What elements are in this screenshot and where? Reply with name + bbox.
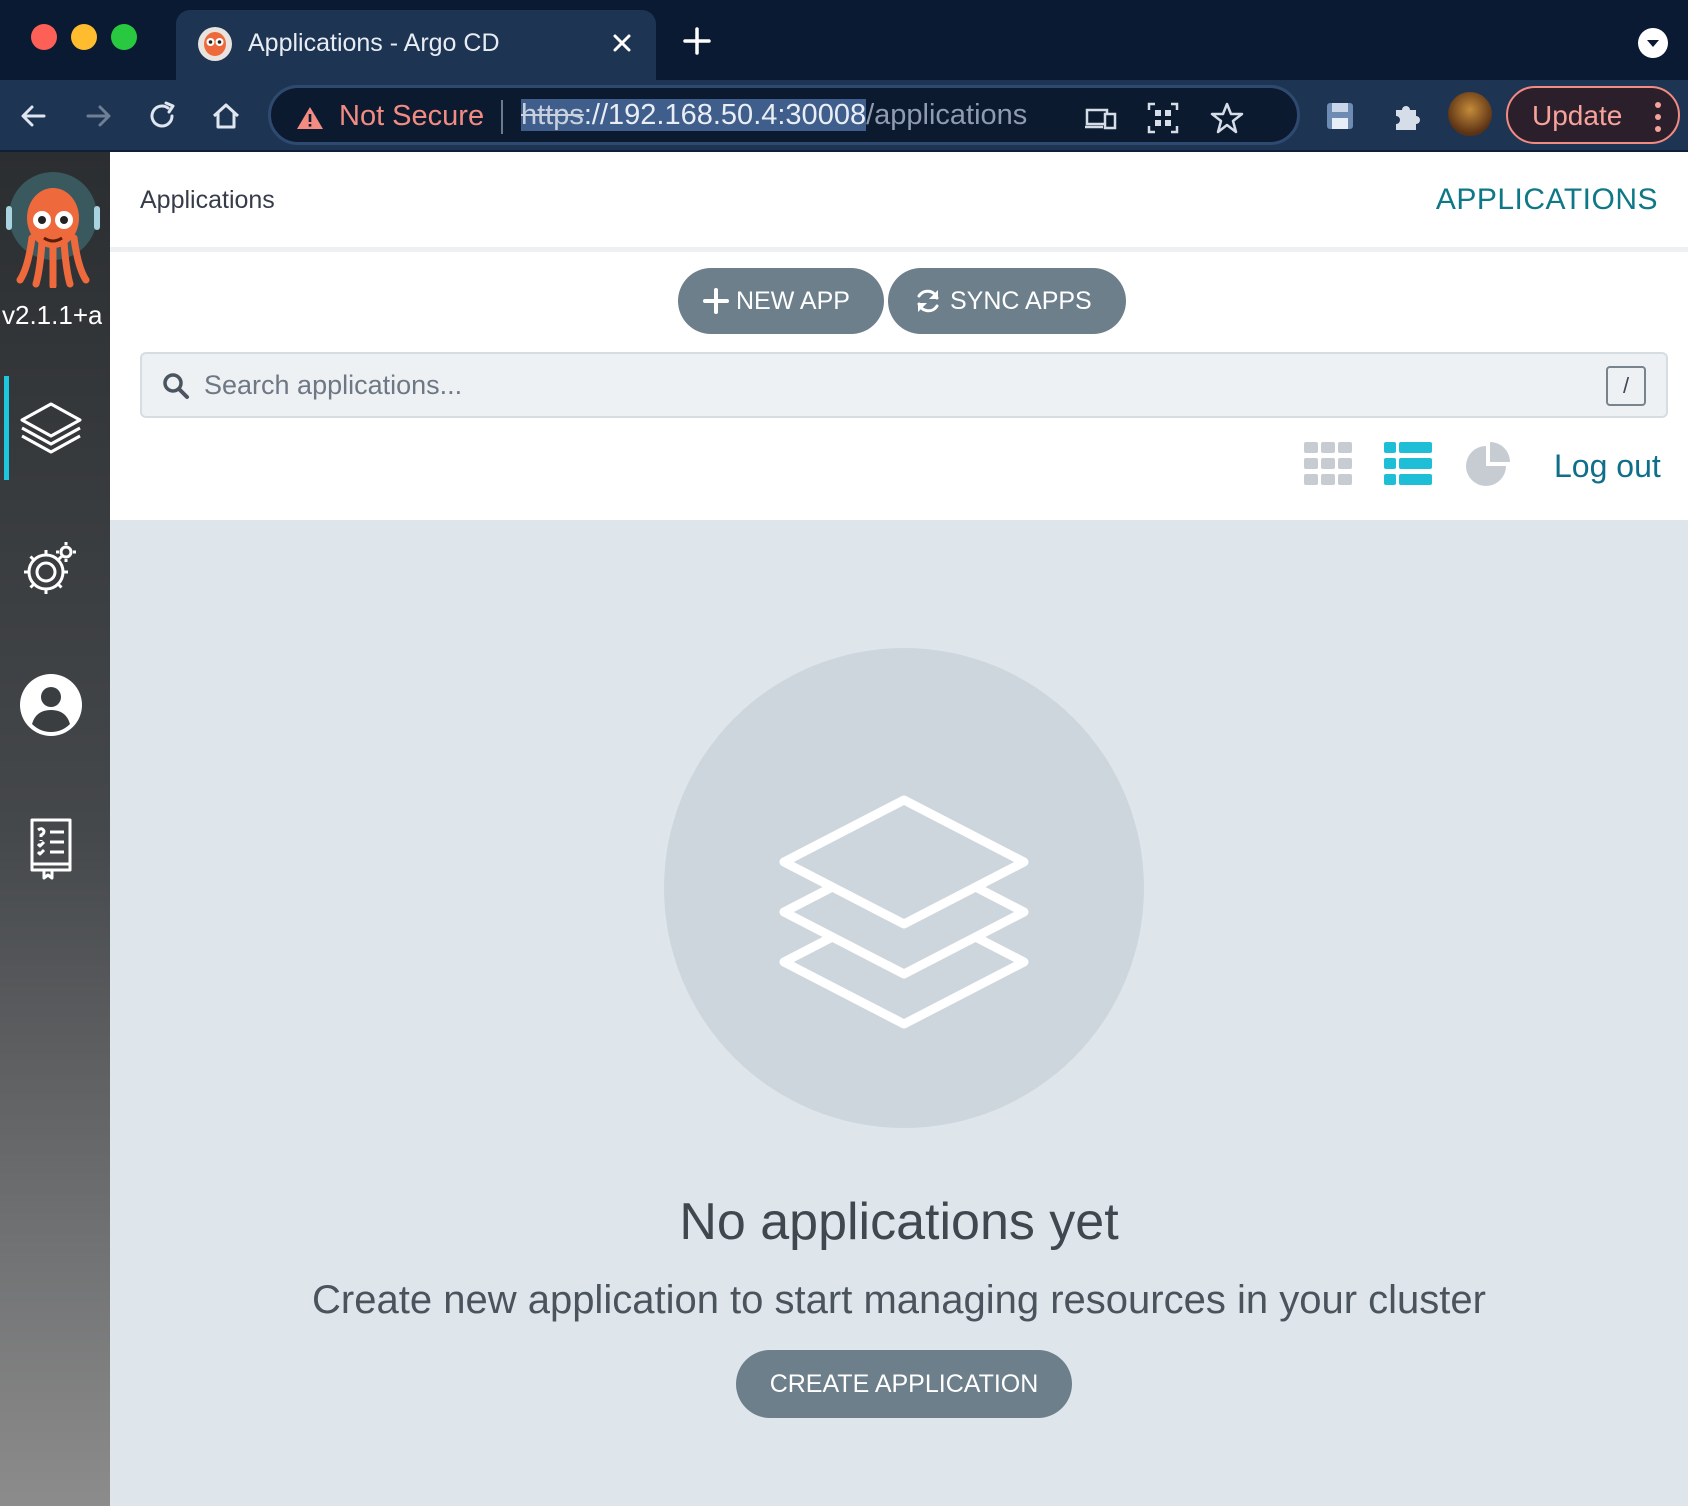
main-content: Applications APPLICATIONS NEW APP SYNC A… xyxy=(110,152,1688,1506)
active-nav-indicator xyxy=(4,376,9,480)
browser-toolbar: Not Secure https://192.168.50.4:30008/ap… xyxy=(0,80,1688,152)
search-shortcut-hint: / xyxy=(1606,366,1646,406)
bookmark-star-icon[interactable] xyxy=(1209,100,1245,136)
cast-devices-icon[interactable] xyxy=(1083,100,1119,136)
url-host: ://192.168.50.4:30008 xyxy=(583,99,867,131)
tab-title: Applications - Argo CD xyxy=(248,29,500,57)
extensions-puzzle-icon[interactable] xyxy=(1388,98,1424,134)
home-icon[interactable] xyxy=(206,96,246,136)
empty-state-title: No applications yet xyxy=(679,1193,1119,1251)
empty-state-subtitle: Create new application to start managing… xyxy=(312,1278,1486,1322)
minimize-window-button[interactable] xyxy=(71,24,97,50)
back-arrow-icon[interactable] xyxy=(14,96,54,136)
argo-favicon-icon xyxy=(198,27,232,61)
maximize-window-button[interactable] xyxy=(111,24,137,50)
layers-icon xyxy=(779,795,1029,1029)
warning-triangle-icon xyxy=(297,107,323,129)
sidebar-item-settings-gear-icon[interactable] xyxy=(18,536,84,602)
breadcrumb[interactable]: Applications xyxy=(140,186,275,215)
reload-icon[interactable] xyxy=(142,96,182,136)
search-box: / xyxy=(140,352,1668,418)
address-divider xyxy=(501,100,503,134)
search-icon xyxy=(163,373,189,399)
url-text[interactable]: https://192.168.50.4:30008/applications xyxy=(521,99,1027,132)
update-button[interactable]: Update xyxy=(1506,86,1680,144)
logout-link[interactable]: Log out xyxy=(1554,448,1661,485)
sidebar-item-applications-layers-icon[interactable] xyxy=(18,394,84,460)
sidebar-item-docs-book-icon[interactable] xyxy=(18,816,84,882)
url-scheme: https xyxy=(521,99,584,131)
url-path: /applications xyxy=(866,99,1028,131)
address-bar[interactable]: Not Secure https://192.168.50.4:30008/ap… xyxy=(268,85,1300,145)
page-title: APPLICATIONS xyxy=(1435,183,1658,216)
list-view-icon[interactable] xyxy=(1382,438,1434,490)
chevron-down-icon xyxy=(1647,40,1659,47)
version-label: v2.1.1+a xyxy=(2,300,102,330)
new-tab-icon[interactable] xyxy=(680,24,714,58)
sync-refresh-icon xyxy=(917,289,939,313)
empty-state-illustration xyxy=(664,648,1144,1128)
actions-panel: NEW APP SYNC APPS / xyxy=(110,252,1688,520)
qr-code-icon[interactable] xyxy=(1145,100,1181,136)
close-window-button[interactable] xyxy=(31,24,57,50)
close-tab-icon[interactable] xyxy=(607,28,637,58)
create-application-button[interactable]: CREATE APPLICATION xyxy=(736,1350,1072,1418)
new-app-label: NEW APP xyxy=(736,287,850,315)
profile-avatar[interactable] xyxy=(1448,92,1492,136)
sidebar: v2.1.1+a xyxy=(0,152,110,1506)
top-bar: Applications APPLICATIONS xyxy=(110,152,1688,252)
sync-apps-button[interactable]: SYNC APPS xyxy=(888,268,1126,334)
tiles-view-icon[interactable] xyxy=(1302,438,1354,490)
search-input[interactable] xyxy=(204,362,1584,408)
summary-pie-icon[interactable] xyxy=(1462,438,1514,490)
security-status[interactable]: Not Secure xyxy=(339,100,484,133)
sidebar-item-user-icon[interactable] xyxy=(18,672,84,738)
tab-search-button[interactable] xyxy=(1638,28,1668,58)
browser-tab[interactable]: Applications - Argo CD xyxy=(176,10,656,80)
plus-icon xyxy=(703,288,729,314)
update-label: Update xyxy=(1532,100,1623,131)
forward-arrow-icon[interactable] xyxy=(78,96,118,136)
save-extension-icon[interactable] xyxy=(1322,98,1358,134)
sync-apps-label: SYNC APPS xyxy=(950,287,1092,315)
more-vertical-icon[interactable] xyxy=(1654,100,1662,134)
browser-tab-bar: Applications - Argo CD xyxy=(0,0,1688,80)
argo-logo-icon[interactable] xyxy=(6,172,100,288)
new-app-button[interactable]: NEW APP xyxy=(678,268,884,334)
